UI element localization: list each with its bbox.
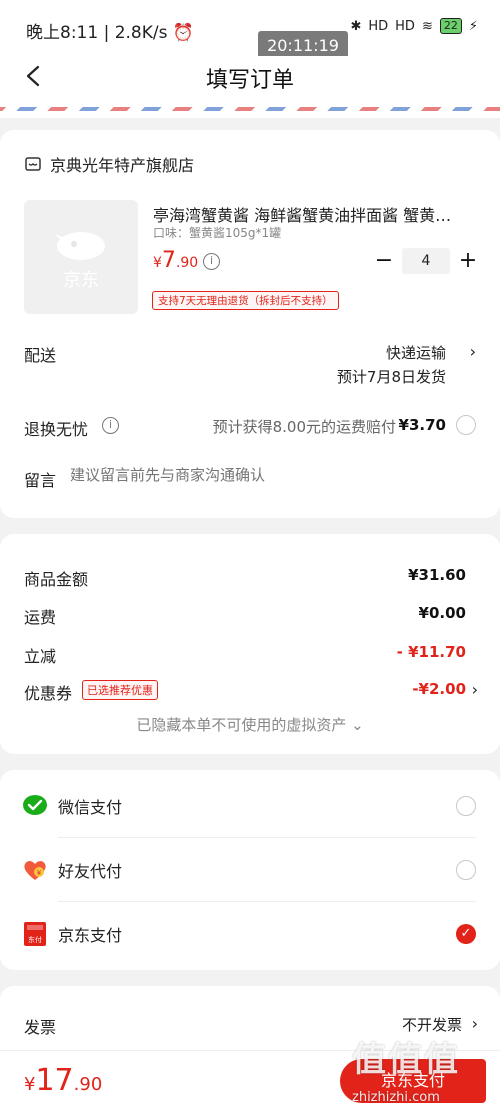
- chevron-right-icon[interactable]: ›: [472, 1014, 478, 1033]
- message-label: 留言: [24, 471, 57, 490]
- quantity-input[interactable]: 4: [402, 248, 450, 274]
- signal-icon: HD: [368, 18, 389, 34]
- chevron-right-icon[interactable]: ›: [472, 680, 478, 699]
- friend-pay-heart-icon: ¥: [24, 861, 46, 880]
- svg-text:¥: ¥: [37, 869, 42, 877]
- payment-option-wechat[interactable]: 微信支付: [0, 773, 500, 837]
- order-card: 京典光年特产旗舰店 京东 亭海湾蟹黄酱 海鲜酱蟹黄油拌面酱 蟹黄… 口味：蟹黄酱…: [0, 130, 500, 518]
- battery-icon: 22: [439, 18, 462, 34]
- quantity-decrease-button[interactable]: −: [374, 247, 394, 275]
- wifi-icon: ≋: [421, 18, 433, 34]
- goods-amount-value: ¥31.60: [408, 566, 466, 584]
- delivery-method[interactable]: 快递运输: [386, 342, 446, 363]
- product-title[interactable]: 亭海湾蟹黄酱 海鲜酱蟹黄油拌面酱 蟹黄…: [153, 202, 473, 226]
- store-name: 京典光年特产旗舰店: [50, 156, 195, 175]
- info-icon[interactable]: i: [102, 417, 119, 434]
- coupon-badge: 已选推荐优惠: [82, 680, 158, 700]
- discount-label: 立减: [24, 647, 57, 666]
- watermark-url: zhizhizhi.com: [352, 1090, 440, 1105]
- jd-pay-radio-checked[interactable]: ✓: [456, 924, 476, 944]
- wechat-pay-icon: [23, 795, 47, 815]
- jd-pay-label: 京东支付: [58, 926, 123, 945]
- delivery-estimate: 预计7月8日发货: [336, 368, 446, 386]
- jd-pay-icon: 东付: [24, 922, 46, 946]
- jd-pay-icon-text: 东付: [28, 935, 42, 944]
- status-bar: 晚上8:11 | 2.8K/s ⏰ ✱ HD HD ≋ 22 ⚡: [0, 0, 500, 56]
- signal-icon: HD: [395, 18, 415, 34]
- product-price: ¥7.90: [153, 248, 199, 273]
- delivery-label: 配送: [24, 346, 57, 365]
- page-title: 填写订单: [205, 68, 294, 93]
- jd-dog-logo-icon: 京东: [54, 232, 105, 291]
- goods-amount-label: 商品金额: [24, 570, 89, 589]
- amount-card: 商品金额 ¥31.60 运费 ¥0.00 立减 - ¥11.70 优惠券 已选推…: [0, 534, 500, 754]
- payment-option-jd[interactable]: 东付 京东支付 ✓: [0, 901, 500, 965]
- shipping-label: 运费: [24, 608, 57, 627]
- total-price: ¥17.90: [24, 1063, 103, 1098]
- coupon-label: 优惠券: [24, 684, 73, 703]
- status-time-speed: 晚上8:11 | 2.8K/s: [26, 23, 168, 43]
- airmail-divider: [0, 98, 500, 118]
- friend-pay-label: 好友代付: [58, 862, 123, 881]
- payment-card: 微信支付 ¥ 好友代付 东付 京东支付 ✓: [0, 770, 500, 970]
- shipping-value: ¥0.00: [418, 604, 466, 622]
- chevron-right-icon[interactable]: ›: [470, 342, 476, 361]
- discount-value: - ¥11.70: [396, 643, 466, 661]
- coupon-value[interactable]: -¥2.00: [412, 680, 466, 698]
- quantity-increase-button[interactable]: +: [456, 247, 480, 275]
- payment-option-friend[interactable]: ¥ 好友代付: [0, 837, 500, 901]
- message-input[interactable]: [70, 466, 470, 484]
- price-info-icon[interactable]: i: [203, 253, 220, 270]
- friend-pay-radio[interactable]: [456, 860, 476, 880]
- charging-icon: ⚡: [468, 18, 478, 34]
- wechat-pay-label: 微信支付: [58, 798, 123, 817]
- bluetooth-icon: ✱: [350, 18, 362, 34]
- watermark-logo: 值值值: [352, 1040, 460, 1080]
- product-image[interactable]: 京东: [24, 200, 138, 314]
- wechat-pay-radio[interactable]: [456, 796, 476, 816]
- worry-free-radio[interactable]: [456, 415, 476, 435]
- worry-free-label: 退换无忧: [24, 420, 89, 439]
- worry-free-price: ¥3.70: [398, 416, 446, 434]
- hidden-assets-toggle[interactable]: 已隐藏本单不可使用的虚拟资产 ⌄: [0, 714, 500, 735]
- store-row[interactable]: 京典光年特产旗舰店: [24, 152, 194, 176]
- worry-free-description: 预计获得8.00元的运费赔付: [212, 418, 396, 436]
- jd-logo-text: 京东: [63, 270, 99, 291]
- return-policy-badge: 支持7天无理由退货（拆封后不支持）: [152, 291, 339, 310]
- product-variant: 口味：蟹黄酱105g*1罐: [153, 226, 282, 240]
- store-icon: [25, 157, 41, 171]
- nav-bar: 填写订单: [0, 56, 500, 98]
- alarm-icon: ⏰: [172, 23, 195, 43]
- invoice-label: 发票: [24, 1018, 57, 1037]
